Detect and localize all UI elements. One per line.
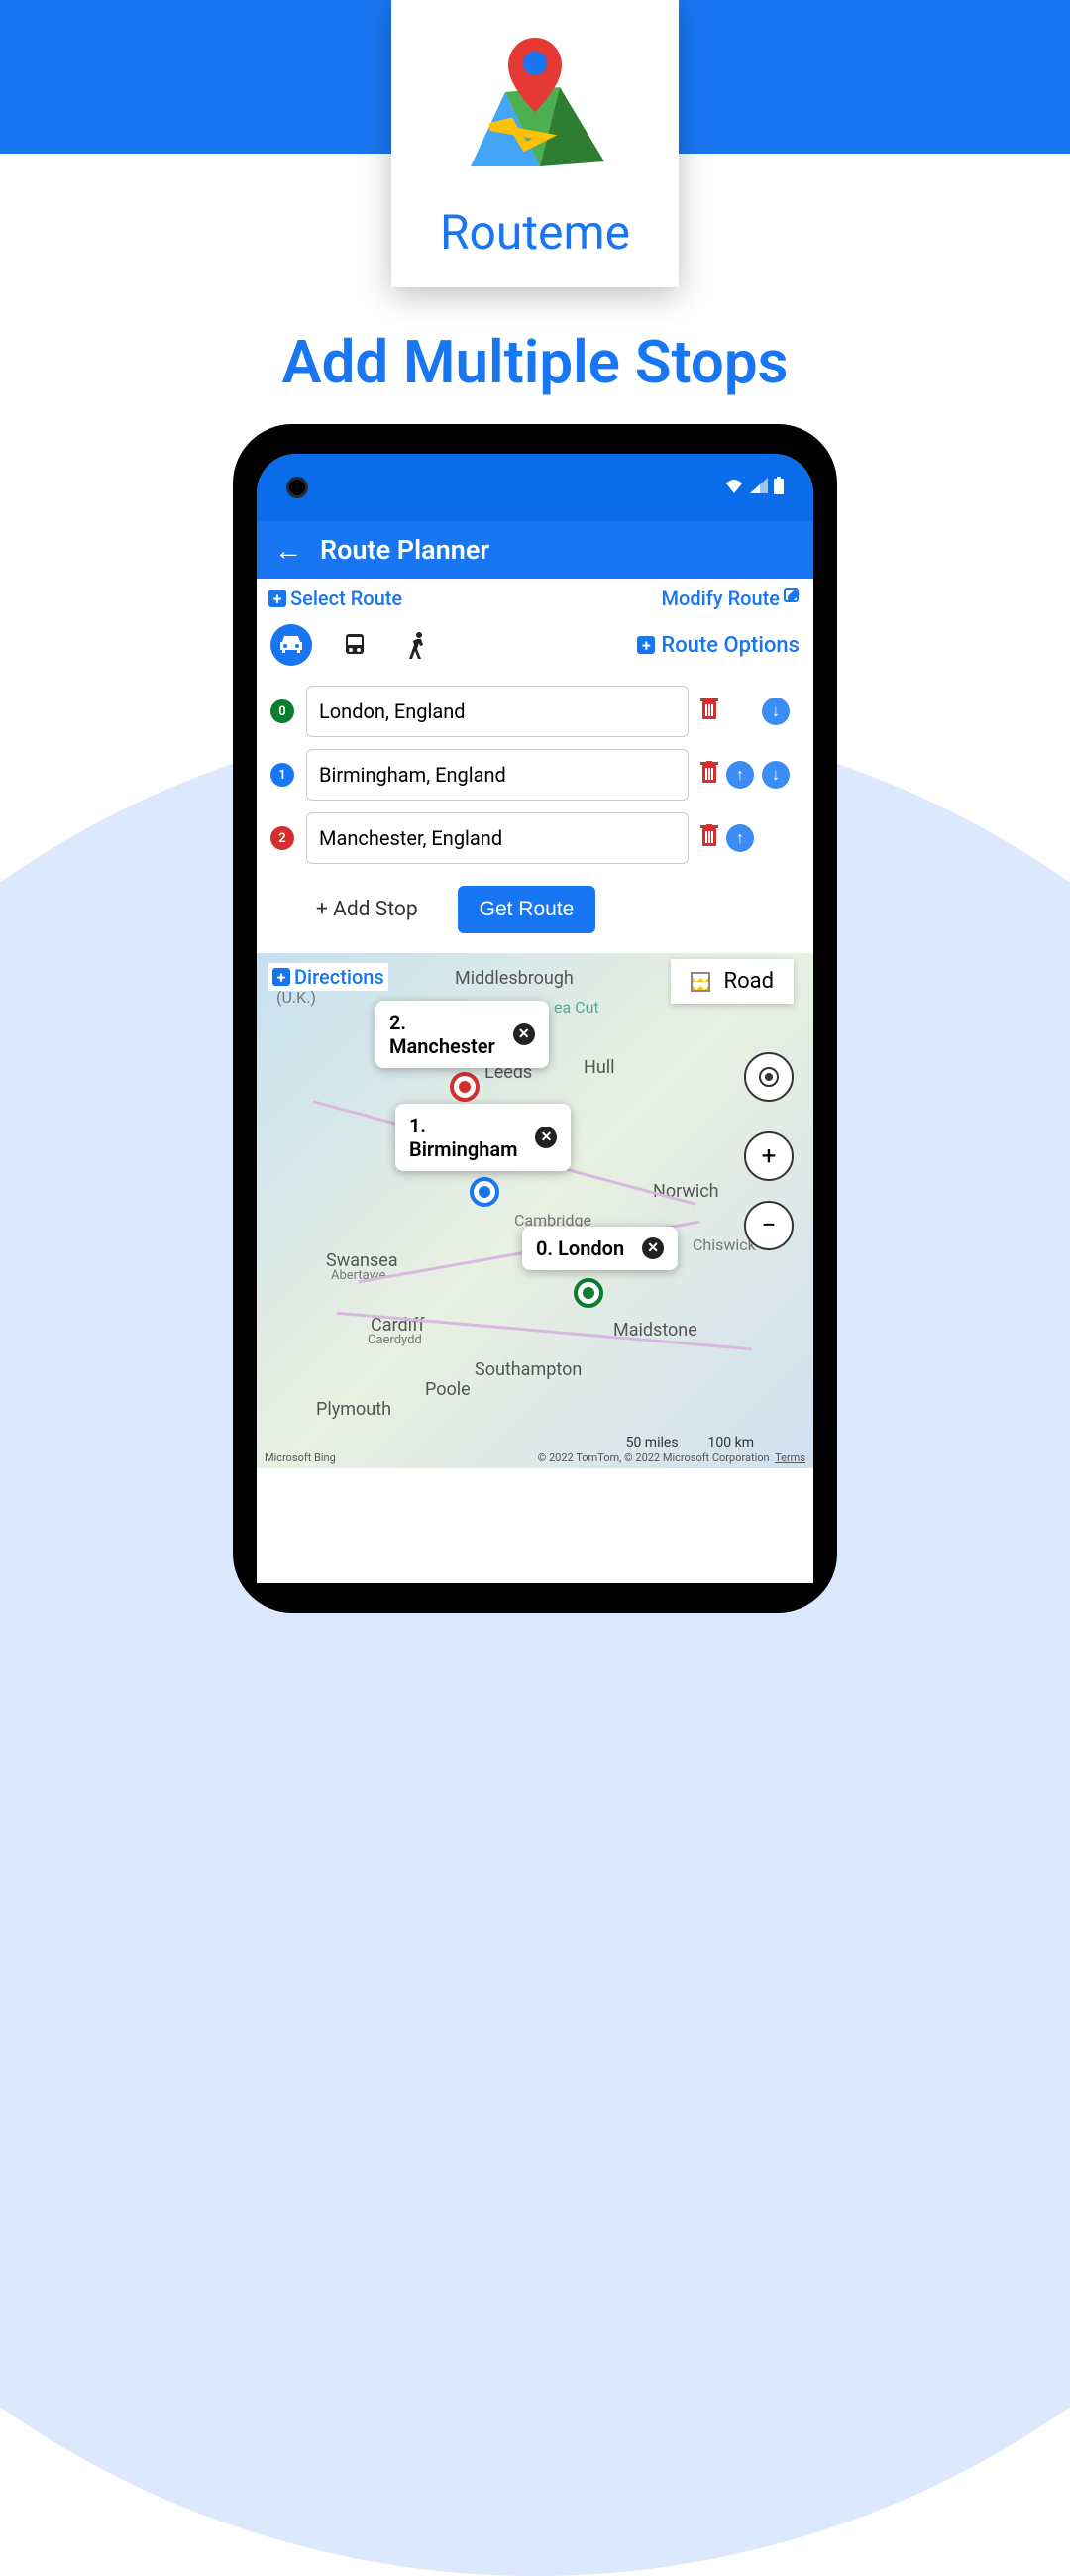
select-route-button[interactable]: + Select Route: [268, 587, 402, 610]
logo-card: Routeme: [391, 0, 679, 287]
battery-icon: [774, 477, 784, 498]
stop-badge: 1: [270, 763, 294, 787]
stop-input[interactable]: London, England: [306, 686, 689, 737]
top-actions-row: + Select Route Modify Route: [257, 579, 813, 618]
map-type-selector[interactable]: Road: [671, 959, 794, 1004]
close-icon[interactable]: ✕: [642, 1237, 664, 1259]
locate-icon[interactable]: [744, 1052, 794, 1102]
select-route-label: Select Route: [290, 587, 402, 610]
map-callout[interactable]: 1. Birmingham ✕: [395, 1104, 571, 1171]
phone-frame: ← Route Planner + Select Route Modify Ro…: [233, 424, 837, 1613]
bottom-actions: + Add Stop Get Route: [257, 884, 813, 953]
map-callout[interactable]: 0. London ✕: [522, 1227, 678, 1270]
plus-icon: +: [268, 590, 286, 607]
modify-route-button[interactable]: Modify Route: [662, 587, 802, 610]
directions-label: Directions: [294, 965, 384, 989]
stop-input[interactable]: Birmingham, England: [306, 749, 689, 801]
map-attribution-left: Microsoft Bing: [265, 1451, 336, 1464]
stop-row: 0 London, England ↓: [270, 686, 800, 737]
trash-icon[interactable]: [700, 761, 718, 789]
directions-button[interactable]: + Directions: [268, 963, 388, 991]
map[interactable]: + Directions Road + − Middlesbrough (U.K…: [257, 953, 813, 1468]
app-bar-title: Route Planner: [320, 534, 489, 566]
edit-icon: [784, 587, 802, 610]
status-bar: [257, 454, 813, 521]
stop-input[interactable]: Manchester, England: [306, 812, 689, 864]
route-options-label: Route Options: [661, 633, 800, 658]
phone-screen: ← Route Planner + Select Route Modify Ro…: [257, 454, 813, 1583]
stops-list: 0 London, England ↓ 1 Birmingham, Englan…: [257, 678, 813, 884]
transport-mode-row: + Route Options: [257, 618, 813, 678]
callout-text: 0. London: [536, 1236, 624, 1260]
route-options-button[interactable]: + Route Options: [637, 633, 800, 658]
map-callout[interactable]: 2. Manchester ✕: [375, 1001, 549, 1068]
zoom-out-icon[interactable]: −: [744, 1201, 794, 1250]
map-attribution-right: © 2022 TomTom, © 2022 Microsoft Corporat…: [538, 1451, 805, 1464]
map-label: ea Cut: [554, 998, 599, 1017]
back-arrow-icon[interactable]: ←: [274, 534, 302, 567]
plus-icon: +: [272, 968, 290, 986]
move-down-icon[interactable]: ↓: [762, 761, 790, 789]
car-mode-icon[interactable]: [270, 624, 312, 666]
modify-route-label: Modify Route: [662, 587, 780, 610]
headline: Add Multiple Stops: [0, 327, 1070, 397]
camera-hole: [286, 477, 308, 498]
map-type-label: Road: [724, 969, 774, 994]
map-city-label: Hull: [584, 1057, 615, 1078]
app-logo-icon: [451, 28, 619, 196]
map-pin[interactable]: [450, 1072, 480, 1102]
map-city-label: Poole: [425, 1379, 471, 1400]
stop-badge: 2: [270, 826, 294, 850]
map-city-label: Middlesbrough: [455, 968, 574, 989]
map-pin[interactable]: [470, 1177, 499, 1207]
add-stop-button[interactable]: + Add Stop: [316, 898, 418, 921]
map-scale: 50 miles 100 km: [626, 1435, 754, 1450]
layers-icon: [691, 972, 710, 992]
bus-mode-icon[interactable]: [334, 624, 375, 666]
map-city-label: Plymouth: [316, 1399, 391, 1420]
trash-icon[interactable]: [700, 824, 718, 852]
move-down-icon[interactable]: ↓: [762, 698, 790, 725]
signal-icon: [750, 478, 768, 497]
move-up-icon[interactable]: ↑: [726, 824, 754, 852]
plus-icon: +: [637, 636, 655, 654]
zoom-in-icon[interactable]: +: [744, 1131, 794, 1181]
close-icon[interactable]: ✕: [535, 1127, 557, 1148]
terms-link[interactable]: Terms: [775, 1451, 805, 1464]
app-name: Routeme: [440, 204, 630, 261]
app-bar: ← Route Planner: [257, 521, 813, 579]
stop-badge: 0: [270, 699, 294, 723]
map-city-label: Southampton: [475, 1359, 582, 1380]
get-route-button[interactable]: Get Route: [458, 886, 596, 933]
walk-mode-icon[interactable]: [397, 624, 439, 666]
map-pin[interactable]: [574, 1278, 603, 1308]
trash-icon[interactable]: [700, 698, 718, 725]
stop-row: 2 Manchester, England ↑: [270, 812, 800, 864]
callout-text: 1. Birmingham: [409, 1114, 517, 1161]
stop-row: 1 Birmingham, England ↑ ↓: [270, 749, 800, 801]
map-city-label: Chiswick: [693, 1235, 756, 1254]
close-icon[interactable]: ✕: [513, 1023, 535, 1045]
wifi-icon: [724, 478, 744, 497]
map-label: Caerdydd: [368, 1333, 422, 1347]
move-up-icon[interactable]: ↑: [726, 761, 754, 789]
callout-text: 2. Manchester: [389, 1011, 495, 1058]
map-city-label: Norwich: [653, 1181, 719, 1202]
